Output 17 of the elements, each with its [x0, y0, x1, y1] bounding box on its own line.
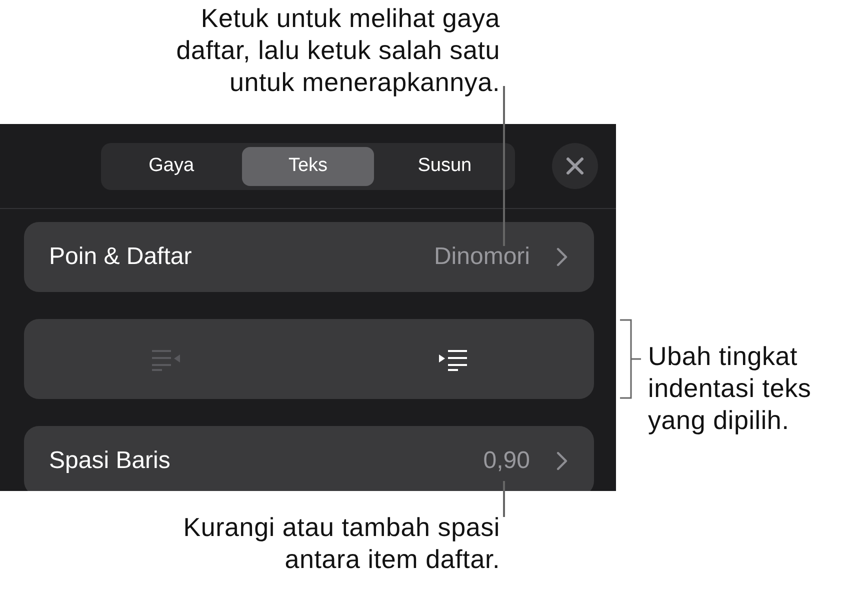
row-label: Poin & Daftar: [49, 243, 193, 271]
chevron-icon: [556, 451, 568, 471]
settings-row[interactable]: Poin & Daftar Dinomori: [24, 222, 594, 292]
callout-text: Kurangi atau tambah spasi antara item daftar.: [182, 511, 500, 575]
row-value: Dinomori: [434, 243, 530, 271]
row-label: Spasi Baris: [49, 447, 172, 475]
chevron-icon: [556, 247, 568, 267]
close-button[interactable]: [552, 143, 598, 189]
row-value: 0,90: [483, 447, 530, 475]
leader-line: [503, 481, 504, 517]
tab[interactable]: Gaya: [105, 146, 238, 186]
callout-text: Ketuk untuk melihat gaya daftar, lalu ketuk salah satu untuk menerapkannya.: [175, 2, 500, 99]
settings-row[interactable]: Spasi Baris 0,90: [24, 426, 594, 491]
tab[interactable]: Susun: [378, 146, 512, 186]
tab[interactable]: Teks: [242, 146, 374, 186]
close-icon: [565, 156, 585, 176]
callout-text: Ubah tingkat indentasi teks yang dipilih.: [648, 340, 812, 436]
